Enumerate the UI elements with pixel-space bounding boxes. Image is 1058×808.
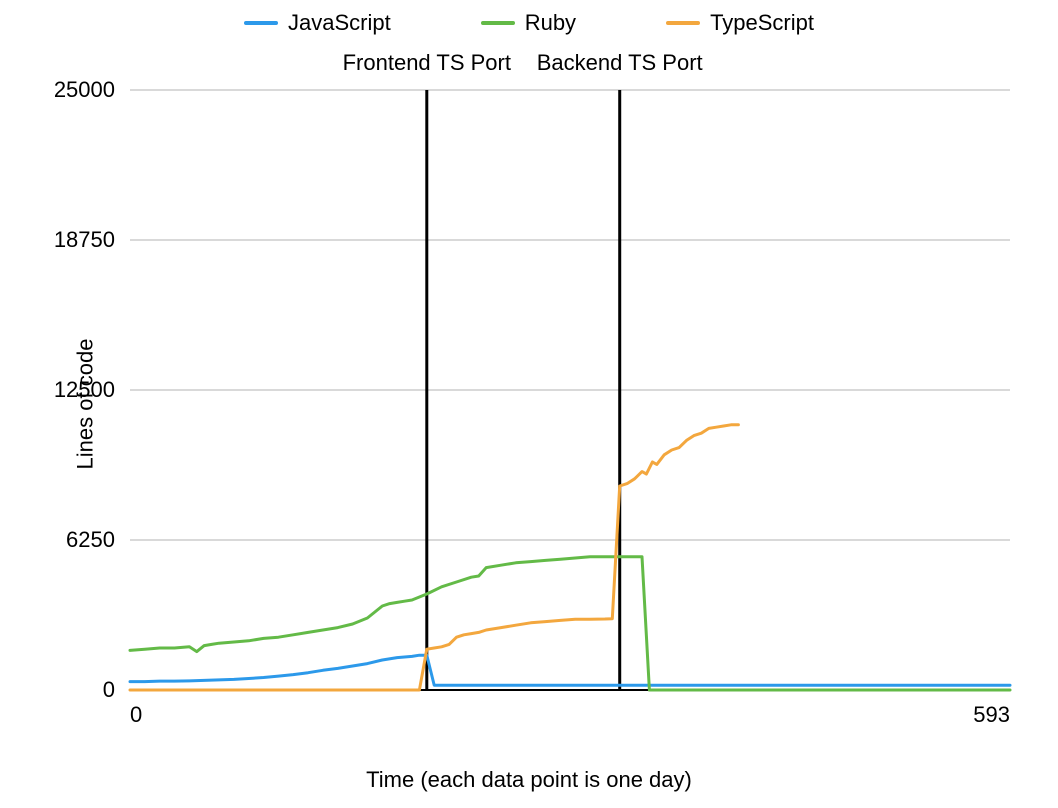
y-tick-label: 0 — [103, 677, 115, 702]
x-tick-label: 593 — [973, 702, 1010, 727]
series-line-ruby — [130, 557, 1010, 690]
annotation-label: Frontend TS Port — [343, 50, 511, 75]
legend-label-typescript: TypeScript — [710, 10, 814, 36]
legend-swatch-javascript — [244, 21, 278, 25]
y-tick-label: 18750 — [54, 227, 115, 252]
y-tick-label: 12500 — [54, 377, 115, 402]
plot-area: 062501250018750250000593Frontend TS Port… — [130, 90, 1010, 705]
legend-item-ruby: Ruby — [481, 10, 576, 36]
annotation-label: Backend TS Port — [537, 50, 703, 75]
chart-svg: 062501250018750250000593Frontend TS Port… — [130, 90, 1010, 750]
y-tick-label: 25000 — [54, 77, 115, 102]
y-axis-label: Lines of code — [72, 339, 98, 470]
legend-item-javascript: JavaScript — [244, 10, 391, 36]
legend-swatch-typescript — [666, 21, 700, 25]
series-line-javascript — [130, 655, 1010, 685]
x-tick-label: 0 — [130, 702, 142, 727]
x-axis-label: Time (each data point is one day) — [0, 767, 1058, 793]
legend-label-ruby: Ruby — [525, 10, 576, 36]
y-tick-label: 6250 — [66, 527, 115, 552]
legend-swatch-ruby — [481, 21, 515, 25]
chart-container: JavaScript Ruby TypeScript Lines of code… — [0, 0, 1058, 808]
legend-item-typescript: TypeScript — [666, 10, 814, 36]
legend: JavaScript Ruby TypeScript — [0, 10, 1058, 36]
legend-label-javascript: JavaScript — [288, 10, 391, 36]
